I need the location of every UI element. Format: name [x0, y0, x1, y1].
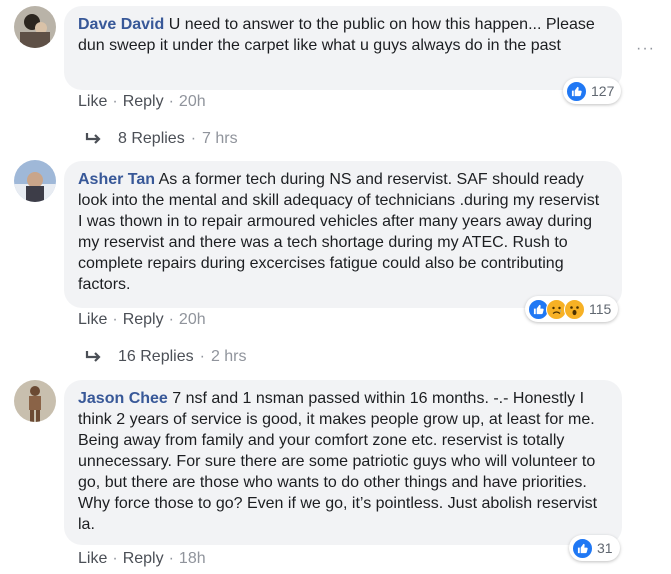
comment-bubble: Jason Chee 7 nsf and 1 nsman passed with…	[64, 380, 622, 545]
comment-text: As a former tech during NS and reservist…	[78, 171, 600, 293]
view-replies-link[interactable]: 16 Replies · 2 hrs	[84, 348, 247, 366]
comment-bubble: Asher Tan As a former tech during NS and…	[64, 161, 622, 308]
separator-dot: ·	[112, 93, 118, 110]
view-replies-link[interactable]: 8 Replies · 7 hrs	[84, 130, 238, 148]
comment-author[interactable]: Asher Tan	[78, 171, 155, 188]
separator-dot: ·	[168, 550, 174, 567]
reply-arrow-icon	[85, 351, 101, 362]
reaction-count: 115	[589, 301, 612, 317]
reactions-badge[interactable]: 31	[569, 535, 620, 561]
wow-reaction-icon	[564, 298, 585, 320]
separator-dot: ·	[199, 348, 205, 365]
like-link[interactable]: Like	[78, 93, 107, 110]
replies-count[interactable]: 8 Replies	[118, 130, 185, 148]
replies-time: 2 hrs	[210, 348, 247, 365]
like-reaction-icon	[566, 80, 587, 102]
reply-link[interactable]: Reply	[123, 93, 164, 110]
replies-time: 7 hrs	[202, 130, 238, 147]
avatar[interactable]	[14, 380, 56, 422]
separator-dot: ·	[190, 130, 197, 147]
reply-arrow-icon	[85, 133, 101, 144]
comment-actions: Like · Reply · 20h	[78, 93, 206, 111]
comment-timestamp[interactable]: 20h	[179, 311, 206, 328]
comment-actions: Like · Reply · 20h	[78, 311, 206, 329]
reactions-badge[interactable]: 127	[563, 78, 622, 104]
like-link[interactable]: Like	[78, 311, 107, 328]
comment-author[interactable]: Dave David	[78, 16, 164, 33]
reaction-count: 31	[597, 540, 613, 556]
separator-dot: ·	[112, 311, 118, 328]
reaction-count: 127	[591, 83, 615, 99]
comment-timestamp[interactable]: 18h	[179, 550, 206, 567]
comment-timestamp[interactable]: 20h	[179, 93, 206, 110]
reply-link[interactable]: Reply	[123, 550, 164, 567]
like-reaction-icon	[572, 537, 593, 559]
comment-text: 7 nsf and 1 nsman passed within 16 month…	[78, 390, 598, 533]
reactions-badge[interactable]: 115	[525, 296, 619, 322]
comment-actions: Like · Reply · 18h	[78, 550, 206, 568]
separator-dot: ·	[112, 550, 118, 567]
replies-count[interactable]: 16 Replies	[118, 348, 194, 366]
separator-dot: ·	[168, 311, 174, 328]
comment-author[interactable]: Jason Chee	[78, 390, 168, 407]
avatar[interactable]	[14, 6, 56, 48]
reply-link[interactable]: Reply	[123, 311, 164, 328]
more-options-icon[interactable]: ···	[636, 40, 655, 58]
separator-dot: ·	[168, 93, 174, 110]
comment-bubble: Dave David U need to answer to the publi…	[64, 6, 622, 90]
avatar[interactable]	[14, 160, 56, 202]
like-link[interactable]: Like	[78, 550, 107, 567]
